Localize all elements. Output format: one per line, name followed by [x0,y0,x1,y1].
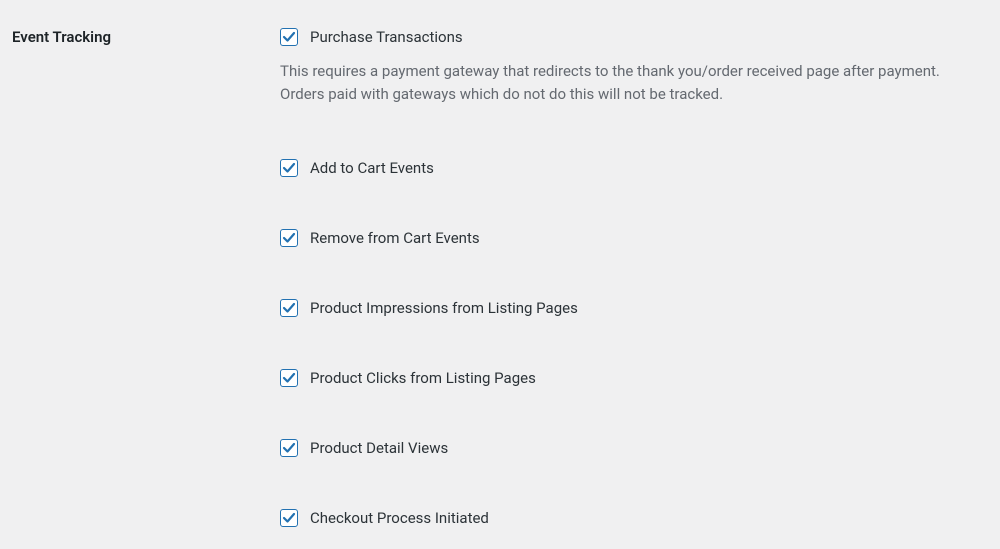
section-title: Event Tracking [12,28,280,46]
checkbox-row: Checkout Process Initiated [280,509,980,527]
option-add-to-cart: Add to Cart Events [280,159,980,177]
checkbox-product-clicks[interactable] [280,369,298,387]
checkbox-checkout-initiated[interactable] [280,509,298,527]
checkbox-row: Add to Cart Events [280,159,980,177]
option-product-clicks: Product Clicks from Listing Pages [280,369,980,387]
checkbox-row: Remove from Cart Events [280,229,980,247]
label-purchase-transactions[interactable]: Purchase Transactions [310,28,463,46]
option-product-detail-views: Product Detail Views [280,439,980,457]
checkbox-row: Product Impressions from Listing Pages [280,299,980,317]
helper-purchase-transactions: This requires a payment gateway that red… [280,60,940,107]
label-product-clicks[interactable]: Product Clicks from Listing Pages [310,369,536,387]
options-column: Purchase Transactions This requires a pa… [280,28,1000,527]
checkbox-row: Product Detail Views [280,439,980,457]
label-remove-from-cart[interactable]: Remove from Cart Events [310,229,480,247]
checkbox-purchase-transactions[interactable] [280,28,298,46]
checkbox-row: Product Clicks from Listing Pages [280,369,980,387]
label-product-detail-views[interactable]: Product Detail Views [310,439,448,457]
checkbox-product-impressions[interactable] [280,299,298,317]
checkbox-product-detail-views[interactable] [280,439,298,457]
label-add-to-cart[interactable]: Add to Cart Events [310,159,434,177]
label-checkout-initiated[interactable]: Checkout Process Initiated [310,509,489,527]
option-checkout-initiated: Checkout Process Initiated [280,509,980,527]
label-product-impressions[interactable]: Product Impressions from Listing Pages [310,299,578,317]
label-column: Event Tracking [12,28,280,527]
option-product-impressions: Product Impressions from Listing Pages [280,299,980,317]
checkbox-add-to-cart[interactable] [280,159,298,177]
checkbox-remove-from-cart[interactable] [280,229,298,247]
settings-row: Event Tracking Purchase Transactions Thi… [0,0,1000,527]
option-purchase-transactions: Purchase Transactions This requires a pa… [280,28,980,107]
option-remove-from-cart: Remove from Cart Events [280,229,980,247]
checkbox-row: Purchase Transactions [280,28,980,46]
